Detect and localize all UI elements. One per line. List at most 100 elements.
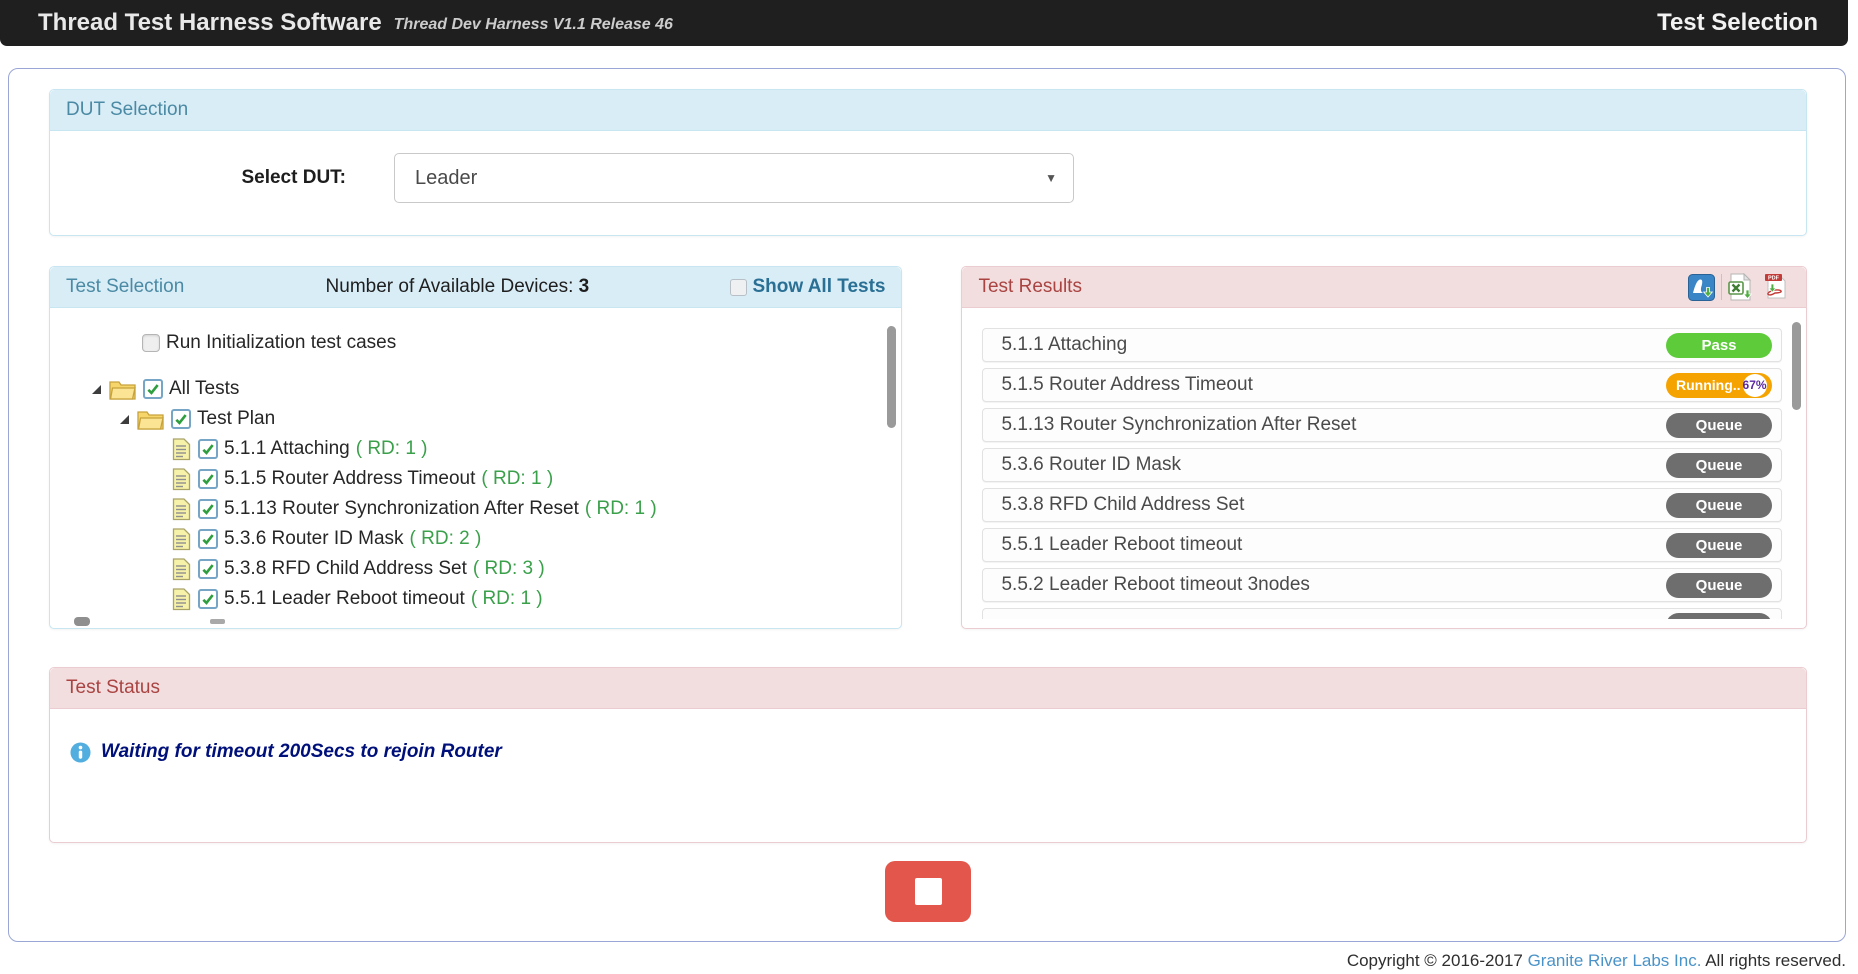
tree-checkbox-checked[interactable]: [198, 589, 218, 609]
tree-checkbox-checked[interactable]: [171, 409, 191, 429]
running-progress: 67%: [1743, 374, 1767, 397]
copyright-prefix: Copyright © 2016-2017: [1347, 951, 1528, 970]
test-case-rd: ( RD: 2 ): [410, 528, 482, 549]
tree-test-case[interactable]: 5.3.6 Router ID Mask ( RD: 2 ): [172, 524, 891, 554]
show-all-tests-toggle[interactable]: Show All Tests: [730, 276, 885, 298]
company-link[interactable]: Granite River Labs Inc.: [1528, 951, 1702, 970]
stop-icon: [915, 878, 942, 905]
test-case-name: 5.1.1 Attaching: [224, 438, 350, 459]
test-results-panel: Test Results PDF 5.1.1 Attaching: [961, 266, 1807, 629]
tree-test-case[interactable]: 5.1.5 Router Address Timeout ( RD: 1 ): [172, 464, 891, 494]
tree-test-case[interactable]: 5.5.1 Leader Reboot timeout ( RD: 1 ): [172, 584, 891, 614]
status-badge-queue: Queue: [1666, 493, 1772, 518]
vertical-scrollbar-thumb[interactable]: [1792, 322, 1801, 410]
document-icon: [172, 558, 191, 581]
test-case-label: 5.3.6 Router ID Mask ( RD: 2 ): [224, 528, 481, 550]
tree-node-all-tests[interactable]: All Tests: [92, 374, 891, 404]
available-devices-label: Number of Available Devices:: [326, 276, 579, 297]
copyright-suffix: All rights reserved.: [1701, 951, 1846, 970]
test-selection-header: Test Selection Number of Available Devic…: [50, 267, 901, 308]
test-case-label: 5.5.1 Leader Reboot timeout ( RD: 1 ): [224, 588, 543, 610]
result-test-name: 5.1.13 Router Synchronization After Rese…: [1001, 414, 1356, 436]
dut-dropdown[interactable]: Leader ▼: [394, 153, 1074, 203]
test-case-rd: ( RD: 1 ): [585, 498, 657, 519]
tree-checkbox-checked[interactable]: [198, 529, 218, 549]
show-all-tests-checkbox[interactable]: [730, 279, 747, 296]
document-icon: [172, 588, 191, 611]
expand-caret-icon[interactable]: [120, 415, 129, 424]
run-init-option[interactable]: Run Initialization test cases: [142, 328, 891, 358]
app-version-subtitle: Thread Dev Harness V1.1 Release 46: [394, 16, 673, 34]
test-case-name: 5.1.13 Router Synchronization After Rese…: [224, 498, 579, 519]
stop-test-button[interactable]: [885, 861, 971, 922]
test-status-title: Test Status: [66, 677, 160, 699]
dropdown-arrow-icon: ▼: [1045, 171, 1057, 185]
tree-checkbox-checked[interactable]: [198, 439, 218, 459]
test-case-name: 5.3.8 RFD Child Address Set: [224, 558, 467, 579]
test-case-rd: ( RD: 3 ): [473, 558, 545, 579]
result-row[interactable]: 5.3.6 Router ID Mask Queue: [982, 448, 1782, 482]
test-case-rd: ( RD: 1 ): [481, 468, 553, 489]
run-init-checkbox[interactable]: [142, 334, 160, 352]
test-case-rd: ( RD: 1 ): [471, 588, 543, 609]
document-icon: [172, 498, 191, 521]
pdf-report-download-icon[interactable]: PDF: [1762, 273, 1790, 301]
expand-caret-icon[interactable]: [92, 385, 101, 394]
test-selection-title: Test Selection: [66, 276, 184, 298]
available-devices-count: 3: [579, 276, 590, 297]
result-row[interactable]: 5.1.13 Router Synchronization After Rese…: [982, 408, 1782, 442]
test-case-label: 5.1.1 Attaching ( RD: 1 ): [224, 438, 428, 460]
result-row[interactable]: 5.1.5 Router Address Timeout Running..67…: [982, 368, 1782, 402]
test-results-body: 5.1.1 Attaching Pass 5.1.5 Router Addres…: [962, 308, 1806, 623]
status-badge-queue: Queue: [1666, 413, 1772, 438]
footer-copyright: Copyright © 2016-2017 Granite River Labs…: [0, 951, 1858, 971]
folder-icon: [109, 379, 136, 400]
test-results-header: Test Results PDF: [962, 267, 1806, 308]
result-row[interactable]: 5.3.8 RFD Child Address Set Queue: [982, 488, 1782, 522]
dut-selection-title: DUT Selection: [66, 99, 188, 121]
running-label: Running..: [1676, 377, 1741, 393]
test-case-rd: ( RD: 1 ): [356, 438, 428, 459]
tree-checkbox-checked[interactable]: [143, 379, 163, 399]
dut-selection-body: Select DUT: Leader ▼: [50, 131, 1806, 235]
result-test-name: 5.3.8 RFD Child Address Set: [1001, 494, 1244, 516]
tree-test-case[interactable]: 5.3.8 RFD Child Address Set ( RD: 3 ): [172, 554, 891, 584]
app-title-bar: Thread Test Harness Software Thread Dev …: [0, 0, 1848, 46]
test-case-label: 5.1.5 Router Address Timeout ( RD: 1 ): [224, 468, 553, 490]
document-icon: [172, 528, 191, 551]
test-case-label: 5.3.8 RFD Child Address Set ( RD: 3 ): [224, 558, 545, 580]
wireshark-capture-download-icon[interactable]: [1688, 274, 1715, 301]
test-case-label: 5.1.13 Router Synchronization After Rese…: [224, 498, 657, 520]
tree-test-case[interactable]: 5.1.13 Router Synchronization After Rese…: [172, 494, 891, 524]
icon-divider: [1721, 274, 1722, 300]
status-badge-queue: Queue: [1666, 533, 1772, 558]
result-row[interactable]: 5.5.2 Leader Reboot timeout 3nodes Queue: [982, 568, 1782, 602]
result-row[interactable]: 5.1.1 Attaching Pass: [982, 328, 1782, 362]
clipped-result-row: [982, 608, 1782, 619]
horizontal-scrollbar-thumb[interactable]: [74, 617, 90, 626]
result-row[interactable]: 5.5.1 Leader Reboot timeout Queue: [982, 528, 1782, 562]
excel-report-download-icon[interactable]: [1728, 273, 1754, 301]
folder-icon: [137, 409, 164, 430]
tree-node-test-plan[interactable]: Test Plan: [120, 404, 891, 434]
svg-text:PDF: PDF: [1768, 276, 1780, 282]
main-container: DUT Selection Select DUT: Leader ▼ Test …: [8, 68, 1846, 942]
test-tree-body: Run Initialization test cases All Tests …: [50, 308, 901, 628]
status-badge-queue: Queue: [1666, 573, 1772, 598]
tree-test-case[interactable]: 5.1.1 Attaching ( RD: 1 ): [172, 434, 891, 464]
tree-checkbox-checked[interactable]: [198, 559, 218, 579]
test-case-name: 5.3.6 Router ID Mask: [224, 528, 404, 549]
status-message: Waiting for timeout 200Secs to rejoin Ro…: [101, 741, 502, 763]
result-test-name: 5.1.5 Router Address Timeout: [1001, 374, 1252, 396]
test-status-body: Waiting for timeout 200Secs to rejoin Ro…: [50, 709, 1806, 842]
test-status-header: Test Status: [50, 668, 1806, 709]
tree-checkbox-checked[interactable]: [198, 499, 218, 519]
clipped-tree-row: [210, 619, 225, 624]
status-badge-queue: Queue: [1666, 453, 1772, 478]
test-case-name: 5.1.5 Router Address Timeout: [224, 468, 475, 489]
run-init-label: Run Initialization test cases: [166, 332, 396, 354]
test-case-name: 5.5.1 Leader Reboot timeout: [224, 588, 465, 609]
test-results-title: Test Results: [978, 276, 1081, 298]
tree-checkbox-checked[interactable]: [198, 469, 218, 489]
vertical-scrollbar-thumb[interactable]: [887, 326, 896, 428]
